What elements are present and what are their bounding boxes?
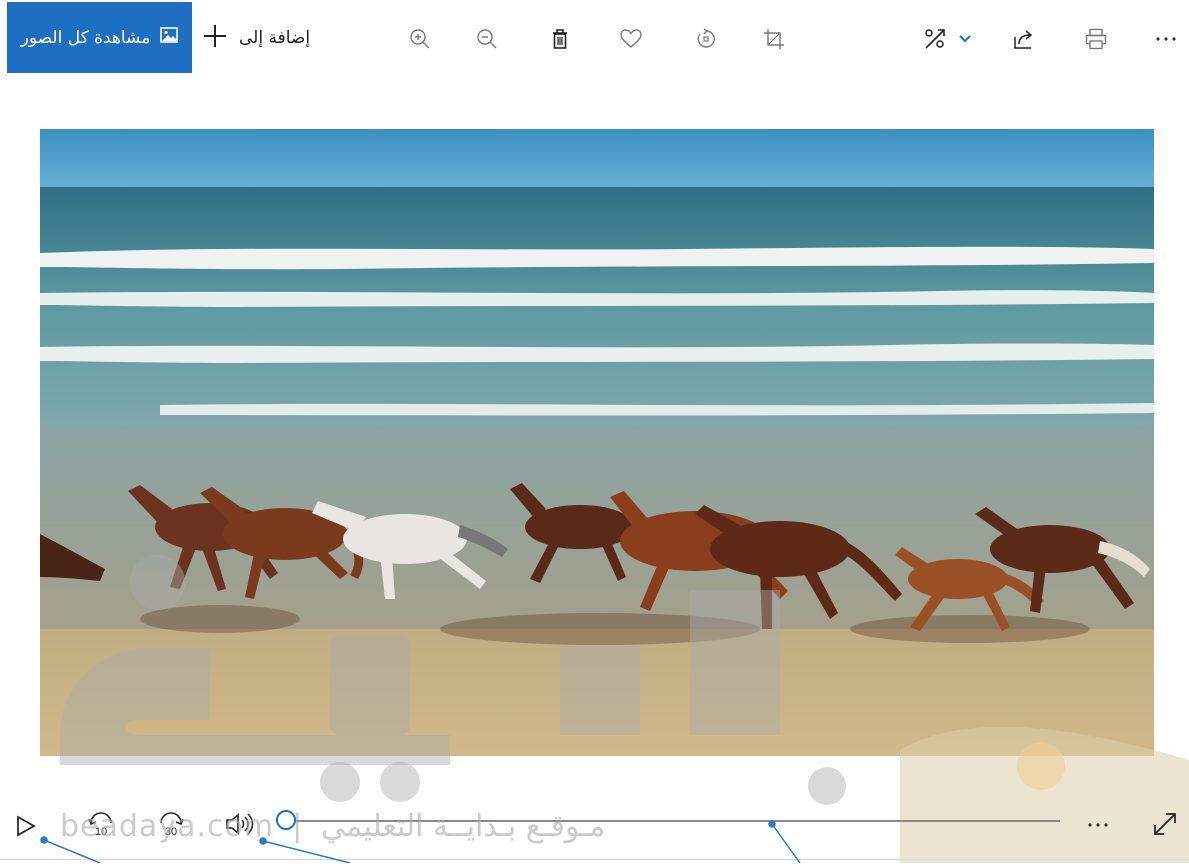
volume-icon[interactable] bbox=[223, 807, 257, 841]
see-all-photos-label: مشاهدة كل الصور bbox=[20, 27, 151, 48]
skip-forward-30-label: 30 bbox=[165, 826, 177, 838]
play-icon[interactable] bbox=[9, 809, 43, 843]
add-to-label: إضافة إلى bbox=[239, 28, 311, 48]
bottom-border bbox=[0, 859, 1189, 860]
zoom-in-icon[interactable] bbox=[403, 22, 437, 56]
photos-icon bbox=[160, 27, 179, 48]
plus-icon bbox=[203, 24, 227, 53]
add-to-button[interactable]: إضافة إلى bbox=[203, 18, 310, 58]
more-icon[interactable] bbox=[1149, 22, 1183, 56]
skip-back-10-label: 10 bbox=[95, 826, 107, 838]
print-icon[interactable] bbox=[1079, 22, 1113, 56]
media-control-bar: 10 30 bbox=[0, 785, 1189, 863]
skip-forward-30-icon[interactable]: 30 bbox=[154, 808, 188, 842]
top-toolbar: مشاهدة كل الصور إضافة إلى bbox=[0, 0, 1189, 78]
zoom-out-icon[interactable] bbox=[470, 22, 504, 56]
share-icon[interactable] bbox=[1006, 22, 1040, 56]
crop-icon[interactable] bbox=[757, 22, 791, 56]
delete-icon[interactable] bbox=[543, 22, 577, 56]
see-all-photos-button[interactable]: مشاهدة كل الصور bbox=[7, 2, 192, 73]
seek-thumb[interactable] bbox=[276, 810, 296, 830]
favorite-icon[interactable] bbox=[614, 22, 648, 56]
more-icon[interactable] bbox=[1081, 808, 1115, 842]
edit-create-icon[interactable] bbox=[918, 22, 952, 56]
chevron-down-icon[interactable] bbox=[955, 24, 975, 54]
seek-bar[interactable] bbox=[288, 820, 1060, 822]
video-frame[interactable] bbox=[40, 129, 1154, 756]
fullscreen-icon[interactable] bbox=[1148, 807, 1182, 841]
rotate-icon[interactable] bbox=[689, 22, 723, 56]
skip-back-10-icon[interactable]: 10 bbox=[84, 808, 118, 842]
